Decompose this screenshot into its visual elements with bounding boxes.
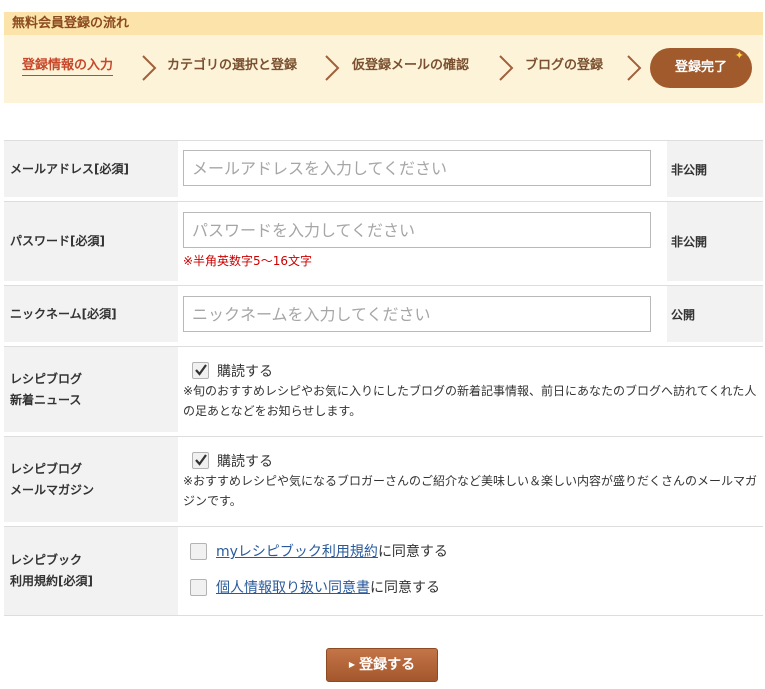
email-row: メールアドレス[必須] 非公開 (4, 140, 763, 197)
terms-agree-text: myレシピブック利用規約に同意する (216, 544, 448, 560)
nickname-visibility: 公開 (667, 286, 763, 342)
privacy-checkbox[interactable] (190, 579, 207, 596)
email-visibility: 非公開 (667, 141, 763, 197)
email-input[interactable] (183, 150, 651, 186)
news-row: レシピブログ 新着ニュース 購読する ※旬のおすすめレシピやお気に入りにしたブログ… (4, 346, 763, 432)
password-row: パスワード[必須] ※半角英数字5〜16文字 非公開 (4, 201, 763, 281)
chevron-right-icon (627, 55, 642, 81)
password-label: パスワード[必須] (4, 202, 178, 281)
nickname-label: ニックネーム[必須] (4, 286, 178, 342)
magazine-row: レシピブログ メールマガジン 購読する ※おすすめレシピや気になるブロガーさんのご… (4, 436, 763, 522)
register-button[interactable]: ▶ 登録する (326, 648, 438, 682)
step-blog-register: ブログの登録 (525, 58, 604, 73)
nickname-input[interactable] (183, 296, 651, 332)
news-checkbox[interactable] (192, 362, 209, 379)
chevron-right-icon (142, 55, 157, 81)
chevron-right-icon (325, 55, 340, 81)
terms-checkbox[interactable] (190, 543, 207, 560)
terms-link[interactable]: myレシピブック利用規約 (216, 544, 378, 560)
password-hint: ※半角英数字5〜16文字 (183, 254, 312, 268)
flow-title: 無料会員登録の流れ (4, 12, 763, 35)
checkmark-icon (195, 364, 207, 376)
password-visibility: 非公開 (667, 202, 763, 281)
email-label: メールアドレス[必須] (4, 141, 178, 197)
flow-steps: 登録情報の入力 カテゴリの選択と登録 仮登録メールの確認 ブログの登録 登録完了… (4, 35, 763, 103)
privacy-link[interactable]: 個人情報取り扱い同意書 (216, 580, 370, 596)
privacy-agree-text: 個人情報取り扱い同意書に同意する (216, 580, 440, 596)
news-label: レシピブログ 新着ニュース (4, 347, 178, 432)
magazine-note: ※おすすめレシピや気になるブロガーさんのご紹介など美味しい＆楽しい内容が盛りだく… (183, 474, 758, 508)
step-category: カテゴリの選択と登録 (167, 58, 298, 73)
terms-row: レシピブック 利用規約[必須] myレシピブック利用規約に同意する 個人情報取り扱… (4, 526, 763, 616)
news-note: ※旬のおすすめレシピやお気に入りにしたブログの新着記事情報、前日にあなたのブログ… (183, 384, 757, 418)
news-checkbox-label[interactable]: 購読する (217, 361, 273, 381)
triangle-right-icon: ▶ (348, 660, 356, 669)
checkmark-icon (195, 454, 207, 466)
step-input-info: 登録情報の入力 (22, 35, 114, 97)
magazine-checkbox[interactable] (192, 452, 209, 469)
magazine-checkbox-label[interactable]: 購読する (217, 451, 273, 471)
step-confirm-mail: 仮登録メールの確認 (352, 58, 470, 73)
chevron-right-icon (499, 55, 514, 81)
password-input[interactable] (183, 212, 651, 248)
terms-label: レシピブック 利用規約[必須] (4, 527, 178, 615)
magazine-label: レシピブログ メールマガジン (4, 437, 178, 522)
registration-flow: 無料会員登録の流れ 登録情報の入力 カテゴリの選択と登録 仮登録メールの確認 ブ… (4, 12, 763, 103)
sparkle-icon: ✦ (734, 49, 744, 62)
nickname-row: ニックネーム[必須] 公開 (4, 285, 763, 342)
step-complete-badge: 登録完了 ✦ (650, 48, 752, 88)
